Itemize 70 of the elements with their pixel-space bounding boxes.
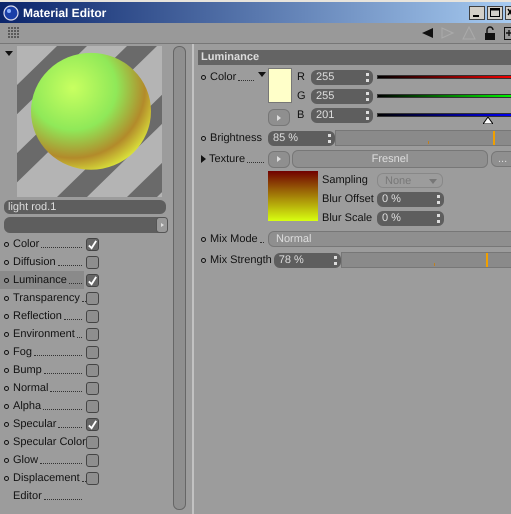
expand-arrow-icon[interactable] (201, 155, 206, 163)
channel-item[interactable]: Fog (0, 343, 84, 361)
gradient-preview (268, 171, 318, 221)
window-title: Material Editor (23, 6, 108, 20)
play-triangle-icon (277, 114, 281, 120)
expand-button-icon[interactable] (156, 217, 168, 233)
number-field[interactable]: 255 (311, 88, 373, 104)
number-field[interactable]: 0 % (377, 210, 444, 226)
number-field[interactable]: 255 (311, 70, 373, 84)
channel-checkbox[interactable] (86, 256, 99, 269)
color-label: Color (210, 71, 236, 83)
minimize-icon[interactable] (469, 6, 485, 20)
channel-checkbox[interactable] (86, 274, 99, 287)
channel-item[interactable]: Color (0, 235, 84, 253)
color-picker-button[interactable] (268, 109, 290, 126)
maximize-icon[interactable] (487, 6, 503, 20)
grip-icon[interactable] (8, 27, 20, 39)
channel-checkbox[interactable] (86, 400, 99, 413)
channel-checkbox[interactable] (86, 418, 99, 431)
channel-checkbox[interactable] (86, 310, 99, 323)
blur-offset-label: Blur Offset (322, 193, 375, 205)
texture-menu-button[interactable] (268, 150, 290, 168)
new-window-icon[interactable] (504, 26, 511, 40)
brightness-label: Brightness (210, 132, 262, 144)
color-swatch[interactable] (268, 68, 292, 103)
scrollbar[interactable] (173, 46, 186, 510)
number-field[interactable]: 201 (311, 108, 373, 122)
channel-checkbox[interactable] (86, 382, 99, 395)
dropdown-arrow-icon[interactable] (5, 51, 13, 56)
mix-mode-label: Mix Mode (210, 233, 258, 245)
channel-checkbox[interactable] (86, 292, 99, 305)
dropdown-arrow-icon[interactable] (258, 72, 266, 77)
number-field[interactable]: 85 % (268, 130, 335, 146)
channel-item[interactable]: Specular Color (0, 433, 84, 451)
channel-item[interactable]: Editor (0, 487, 84, 505)
path-field[interactable] (4, 217, 168, 233)
blur-scale-label: Blur Scale (322, 212, 374, 224)
channel-item[interactable]: Specular (0, 415, 84, 433)
channel-label: R (297, 71, 306, 83)
channel-item[interactable]: Diffusion (0, 253, 84, 271)
channel-item[interactable]: Alpha (0, 397, 84, 415)
close-icon[interactable] (505, 6, 511, 20)
sphere-icon (3, 4, 19, 20)
number-field[interactable]: 0 % (377, 192, 444, 206)
back-arrow-icon[interactable] (420, 26, 434, 40)
texture-label: Texture (209, 153, 246, 165)
channel-item[interactable]: Transparency (0, 289, 84, 307)
section-header: Luminance (198, 50, 511, 65)
sampling-label: Sampling (322, 174, 369, 186)
lock-icon[interactable] (483, 26, 497, 40)
channel-checkbox[interactable] (86, 472, 99, 485)
caret-icon (429, 178, 437, 184)
channel-item[interactable]: Normal (0, 379, 84, 397)
channel-item[interactable]: Reflection (0, 307, 84, 325)
channel-item[interactable]: Displacement (0, 469, 84, 487)
material-name-field[interactable]: light rod.1 (4, 200, 166, 214)
channel-label: G (297, 90, 307, 102)
channel-checkbox[interactable] (86, 346, 99, 359)
channel-label: B (297, 109, 306, 121)
mix-strength-label: Mix Strength (210, 254, 272, 266)
channel-checkbox[interactable] (86, 328, 99, 341)
channel-checkbox[interactable] (86, 238, 99, 251)
channel-item[interactable]: Glow (0, 451, 84, 469)
number-field[interactable]: 78 % (274, 252, 341, 268)
channel-checkbox[interactable] (86, 454, 99, 467)
channel-checkbox[interactable] (86, 364, 99, 377)
channel-item[interactable]: Bump (0, 361, 84, 379)
channel-checkbox[interactable] (86, 436, 99, 449)
channel-item[interactable]: Environment (0, 325, 84, 343)
play-triangle-icon (277, 156, 281, 162)
